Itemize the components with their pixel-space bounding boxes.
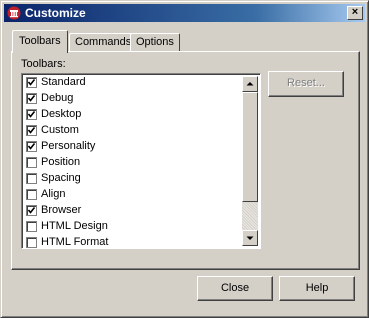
list-item[interactable]: Custom <box>24 123 242 139</box>
list-item[interactable]: Debug <box>24 91 242 107</box>
checkbox[interactable] <box>26 205 37 216</box>
checkbox[interactable] <box>26 125 37 136</box>
checkbox[interactable] <box>26 141 37 152</box>
list-item-label: HTML Design <box>41 220 108 232</box>
list-item-label: Personality <box>41 140 96 152</box>
checkbox[interactable] <box>26 221 37 232</box>
checkmark-icon <box>27 79 36 86</box>
toolbars-list-label: Toolbars: <box>21 58 66 70</box>
toolbars-list[interactable]: Standard Debug Desktop Custom Personalit… <box>21 73 261 249</box>
tab-options[interactable]: Options <box>130 33 180 51</box>
checkmark-icon <box>27 207 36 214</box>
list-item[interactable]: Position <box>24 155 242 171</box>
arrow-down-icon <box>246 236 254 240</box>
reset-button[interactable]: Reset... <box>268 71 344 97</box>
list-item-label: Debug <box>41 92 74 104</box>
list-item-label: Spacing <box>41 172 81 184</box>
list-item[interactable]: HTML Format <box>24 235 242 251</box>
list-item[interactable]: HTML Design <box>24 219 242 235</box>
scroll-thumb[interactable] <box>242 92 258 202</box>
close-button[interactable]: Close <box>197 276 273 301</box>
title-bar[interactable]: Customize × <box>4 4 365 22</box>
list-item[interactable]: Spacing <box>24 171 242 187</box>
list-item[interactable]: Standard <box>24 75 242 91</box>
checkbox[interactable] <box>26 157 37 168</box>
close-icon[interactable]: × <box>347 6 363 20</box>
list-item-label: Desktop <box>41 108 82 120</box>
list-item-label: Position <box>41 156 81 168</box>
arrow-up-icon <box>246 82 254 86</box>
tab-toolbars[interactable]: Toolbars <box>12 30 68 53</box>
scroll-down-button[interactable] <box>242 230 258 246</box>
app-icon <box>7 6 21 20</box>
checkbox[interactable] <box>26 77 37 88</box>
scroll-up-button[interactable] <box>242 76 258 92</box>
checkbox[interactable] <box>26 93 37 104</box>
checkmark-icon <box>27 127 36 134</box>
list-item[interactable]: Browser <box>24 203 242 219</box>
list-item-label: Browser <box>41 204 82 216</box>
customize-dialog: Customize × Toolbars Commands Options To… <box>0 0 369 318</box>
list-item-label: Custom <box>41 124 79 136</box>
list-item[interactable]: Desktop <box>24 107 242 123</box>
checkbox[interactable] <box>26 237 37 248</box>
list-item-label: Standard <box>41 76 86 88</box>
checkmark-icon <box>27 111 36 118</box>
checkmark-icon <box>27 143 36 150</box>
checkbox[interactable] <box>26 189 37 200</box>
vertical-scrollbar[interactable] <box>242 76 258 246</box>
checkbox[interactable] <box>26 173 37 184</box>
list-item-label: Align <box>41 188 66 200</box>
list-item[interactable]: Align <box>24 187 242 203</box>
help-button[interactable]: Help <box>279 276 355 301</box>
list-item-label: HTML Format <box>41 236 109 248</box>
window-title: Customize <box>25 6 86 20</box>
checkbox[interactable] <box>26 109 37 120</box>
tab-commands[interactable]: Commands <box>69 33 138 51</box>
list-item[interactable]: Personality <box>24 139 242 155</box>
checkmark-icon <box>27 95 36 102</box>
